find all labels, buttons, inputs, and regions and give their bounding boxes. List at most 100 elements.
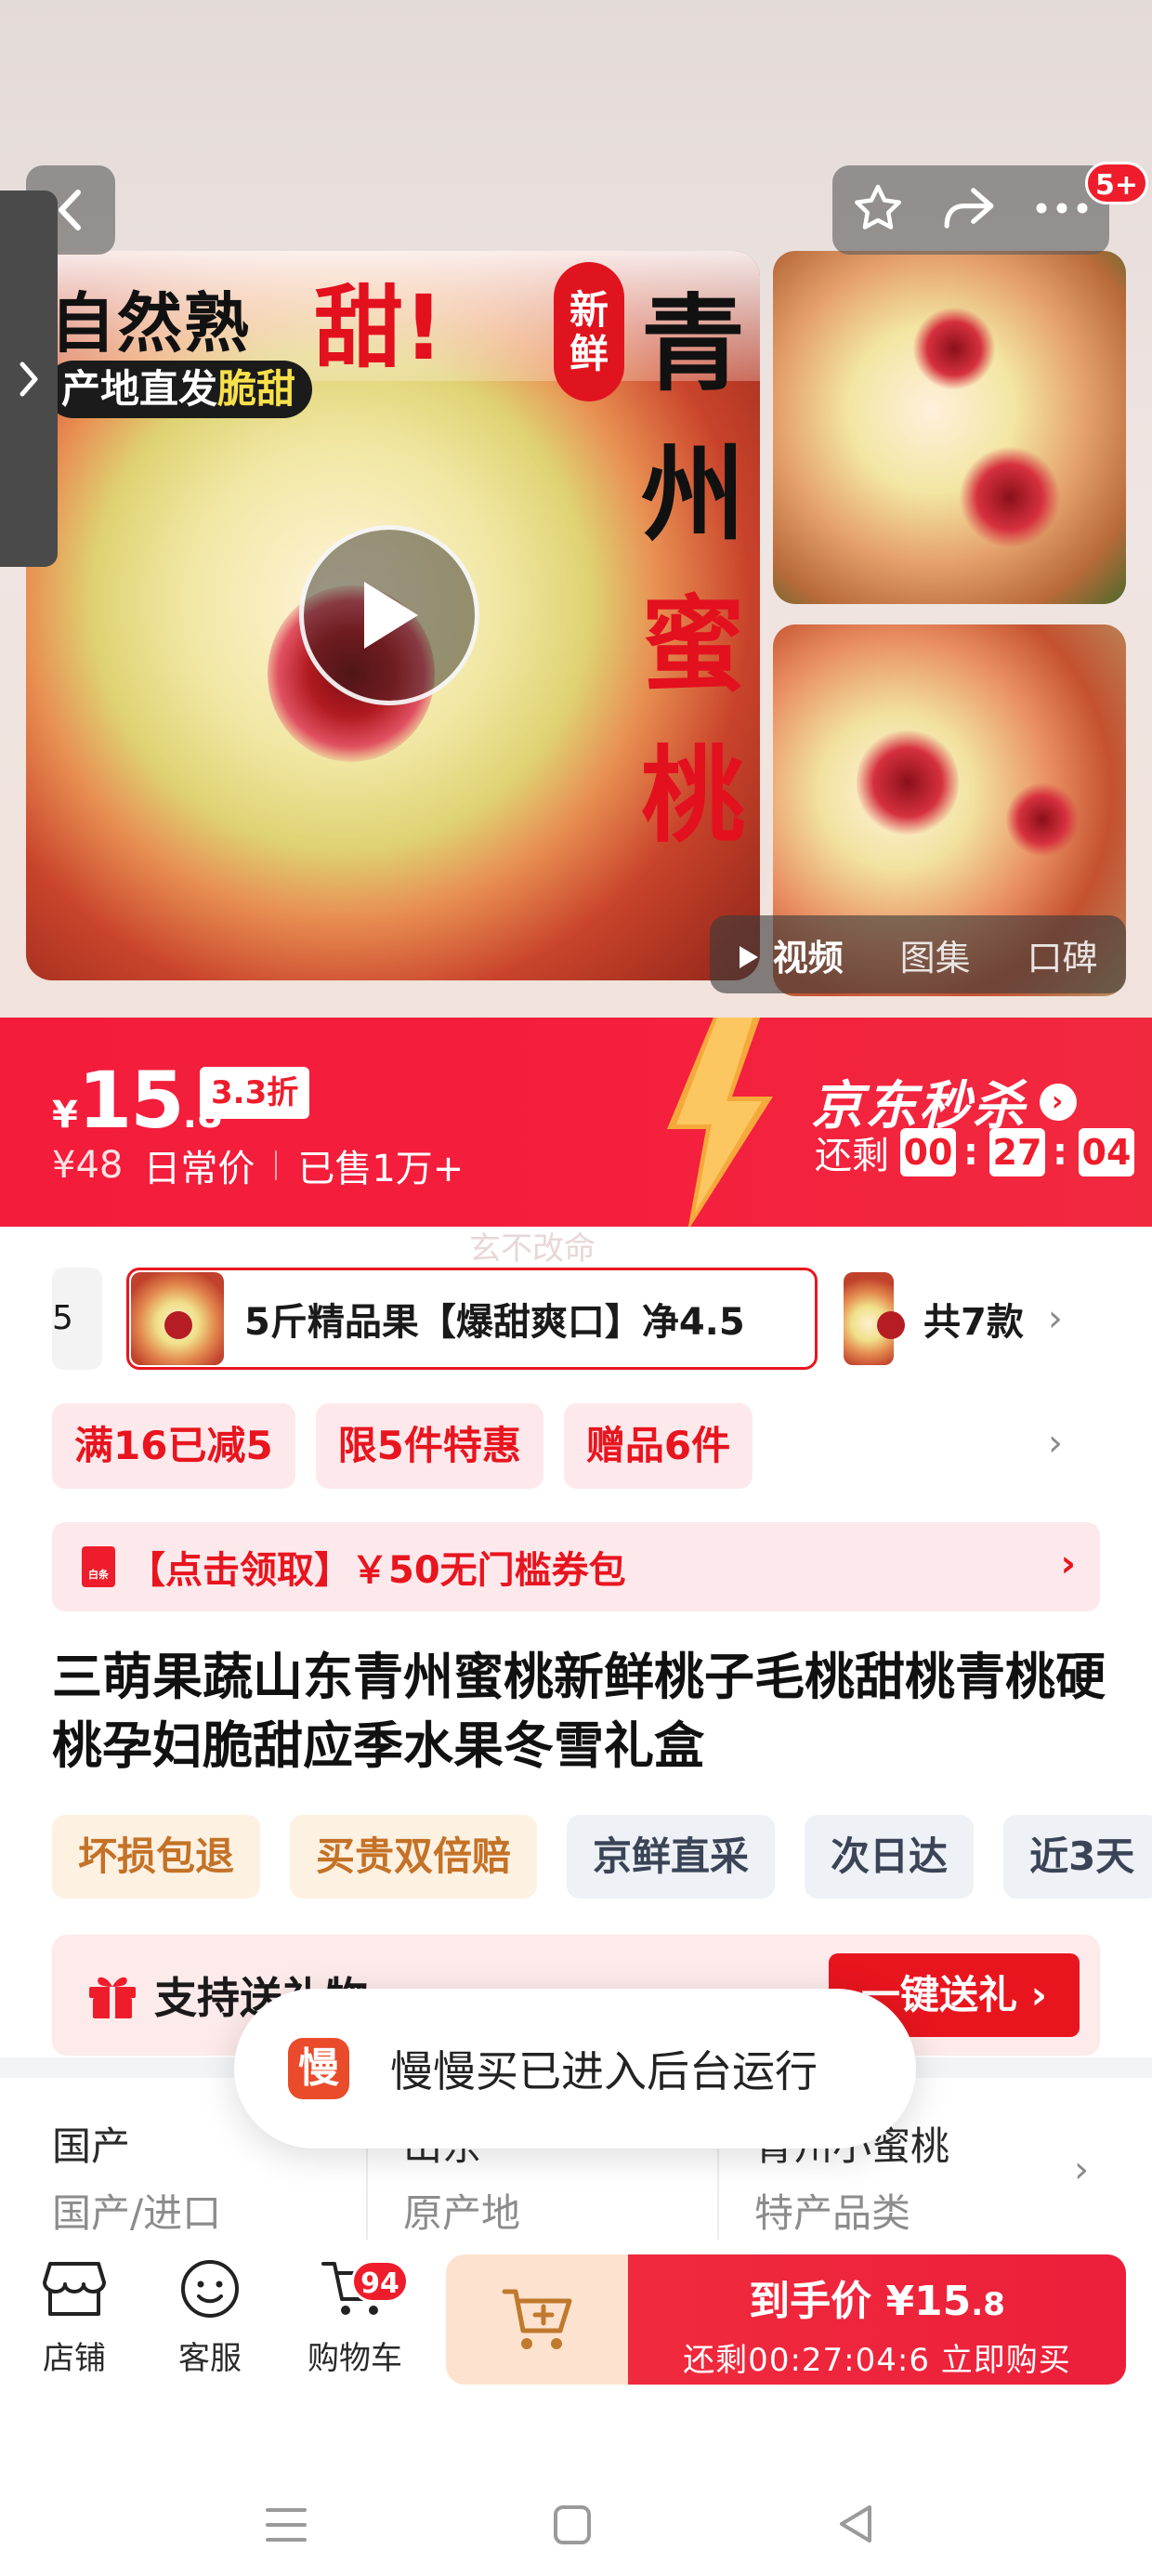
image-ribbon: 产地直发脆甜 xyxy=(45,361,313,418)
image-headline-red: 甜! xyxy=(314,276,444,380)
back-triangle-icon[interactable] xyxy=(834,2502,875,2546)
tab-gallery[interactable]: 图集 xyxy=(900,929,971,980)
coupon-icon-text: 白条 xyxy=(88,1569,109,1581)
coupon-banner[interactable]: 白条 【点击领取】￥50无门槛券包 › xyxy=(52,1522,1100,1611)
smiley-icon xyxy=(181,2260,239,2318)
chevron-right-icon xyxy=(20,361,38,396)
countdown-minutes: 27 xyxy=(989,1128,1045,1176)
sku-thumbnail xyxy=(844,1272,905,1365)
customer-service-button[interactable]: 客服 xyxy=(154,2256,266,2378)
tab-reviews[interactable]: 口碑 xyxy=(1028,929,1098,980)
background-toast: 慢 慢慢买已进入后台运行 xyxy=(234,1989,916,2149)
image-headline: 自然熟 xyxy=(50,285,251,361)
buy-subtitle: 还剩00:27:04:6 立即购买 xyxy=(683,2342,1071,2379)
service-tag[interactable]: 次日达 xyxy=(805,1815,975,1899)
add-cart-icon xyxy=(502,2289,572,2349)
home-icon[interactable] xyxy=(552,2504,593,2546)
play-small-icon xyxy=(740,945,759,968)
peach-cut-graphic xyxy=(1005,782,1080,857)
tab-video-label: 视频 xyxy=(772,937,844,979)
service-tag[interactable]: 近3天 xyxy=(1003,1815,1152,1899)
service-tag[interactable]: 坏损包退 xyxy=(52,1815,261,1899)
divider xyxy=(275,1150,278,1180)
promo-tag[interactable]: 赠品6件 xyxy=(563,1403,753,1489)
peach-cut-graphic xyxy=(912,307,996,390)
sku-thumbnail xyxy=(131,1272,224,1365)
countdown-label: 还剩 xyxy=(815,1135,889,1177)
fresh-seal: 新 鲜 xyxy=(554,262,624,401)
buy-now-button[interactable]: 到手价 ¥15.8 还剩00:27:04:6 立即购买 xyxy=(628,2254,1126,2385)
ribbon-highlight: 脆甜 xyxy=(217,366,296,412)
play-icon xyxy=(364,582,418,649)
top-actions xyxy=(832,165,1109,255)
gallery-thumbnail-1[interactable] xyxy=(773,251,1126,604)
side-drawer-handle[interactable] xyxy=(0,191,58,567)
gift-icon xyxy=(89,1977,136,2018)
more-button[interactable] xyxy=(1032,199,1092,221)
chevron-right-icon[interactable]: › xyxy=(1048,1422,1063,1465)
coupon-icon: 白条 xyxy=(82,1546,115,1587)
share-icon xyxy=(944,188,994,229)
spec-key: 原产地 xyxy=(403,2190,521,2236)
star-icon xyxy=(854,184,901,230)
vertical-title-char: 桃 xyxy=(641,736,745,857)
colon: : xyxy=(963,1131,978,1174)
countdown-seconds: 04 xyxy=(1079,1128,1134,1176)
sku-option-prev[interactable]: 5 xyxy=(52,1268,102,1370)
flash-price: ¥15.8 xyxy=(52,1055,223,1146)
sku-label: 5斤精品果【爆甜爽口】净4.5 xyxy=(244,1301,745,1344)
seal-bottom: 鲜 xyxy=(569,331,609,376)
chevron-left-icon xyxy=(59,190,81,230)
sku-option-selected[interactable]: 5斤精品果【爆甜爽口】净4.5 xyxy=(126,1268,818,1370)
promo-tag[interactable]: 限5件特惠 xyxy=(315,1403,543,1489)
product-title: 三萌果蔬山东青州蜜桃新鲜桃子毛桃甜桃青桃硬桃孕妇脆甜应季水果冬雪礼盒 xyxy=(52,1648,1106,1775)
sku-count-label: 共7款 xyxy=(923,1301,1024,1344)
vertical-title-char: 青 xyxy=(641,284,745,405)
seal-top: 新 xyxy=(569,286,609,333)
sku-selector: 5 5斤精品果【爆甜爽口】净4.5 共7款 › xyxy=(0,1264,1152,1375)
colon: : xyxy=(1053,1131,1067,1174)
vertical-title: 青 州 蜜 桃 xyxy=(628,260,758,857)
shop-button[interactable]: 店铺 xyxy=(19,2256,130,2378)
add-to-cart-button[interactable] xyxy=(446,2254,632,2385)
price-integer: 15 xyxy=(77,1055,185,1146)
sold-count: 已售1万+ xyxy=(297,1148,465,1190)
tab-video[interactable]: 视频 xyxy=(738,929,844,980)
service-tags[interactable]: 坏损包退 买贵双倍赔 京鲜直采 次日达 近3天 xyxy=(52,1815,1152,1899)
app-icon: 慢 xyxy=(288,2038,349,2099)
service-tag[interactable]: 京鲜直采 xyxy=(567,1815,776,1899)
original-price-label: 日常价 xyxy=(143,1148,255,1190)
message-badge: 5+ xyxy=(1085,162,1149,204)
peach-cut-graphic xyxy=(959,446,1061,548)
cart-count-badge: 94 xyxy=(351,2260,409,2303)
chevron-right-icon: › xyxy=(1060,1543,1076,1585)
vertical-title-char: 州 xyxy=(641,435,745,556)
chevron-right-icon: › xyxy=(1047,1297,1063,1340)
sku-more-button[interactable]: 共7款 › xyxy=(842,1268,1063,1370)
buy-price: ¥15 xyxy=(885,2278,972,2325)
share-button[interactable] xyxy=(940,180,998,240)
original-price: ¥48 xyxy=(52,1144,124,1187)
peach-cut-graphic xyxy=(857,727,959,838)
play-video-button[interactable] xyxy=(299,525,479,705)
flash-sale-banner[interactable]: ¥15.8 3.3折 ¥48 日常价 已售1万+ 京东秒杀 › 还剩 00: 2… xyxy=(0,1018,1152,1227)
store-icon xyxy=(43,2262,106,2316)
bottom-action-bar: 店铺 客服 购物车 94 到手价 ¥15.8 还剩00:27:04:6 立即购买 xyxy=(0,2240,1152,2398)
product-gallery[interactable]: 自然熟 甜! 产地直发脆甜 新 鲜 青 州 蜜 桃 视频 图集 口碑 5+ xyxy=(0,0,1152,1018)
vertical-title-char: 蜜 xyxy=(641,585,745,706)
countdown-hours: 00 xyxy=(900,1128,956,1176)
service-tag[interactable]: 买贵双倍赔 xyxy=(290,1815,538,1899)
chevron-right-icon: › xyxy=(1040,1083,1077,1121)
favorite-button[interactable] xyxy=(850,180,906,240)
menu-icon[interactable] xyxy=(264,2504,308,2545)
coupon-label: 【点击领取】￥50无门槛券包 xyxy=(128,1549,626,1592)
promo-tag[interactable]: 满16已减5 xyxy=(52,1403,295,1489)
buy-price-row: 到手价 ¥15.8 xyxy=(628,2267,1126,2327)
cart-label: 购物车 xyxy=(308,2340,402,2377)
discount-badge: 3.3折 xyxy=(200,1067,310,1119)
ribbon-prefix: 产地直发 xyxy=(61,366,218,412)
media-tabs: 视频 图集 口碑 xyxy=(710,915,1126,993)
promo-tags[interactable]: 满16已减5 限5件特惠 赠品6件 xyxy=(52,1403,773,1489)
lightning-icon xyxy=(667,1018,773,1227)
original-price-row: ¥48 日常价 已售1万+ xyxy=(52,1138,464,1192)
